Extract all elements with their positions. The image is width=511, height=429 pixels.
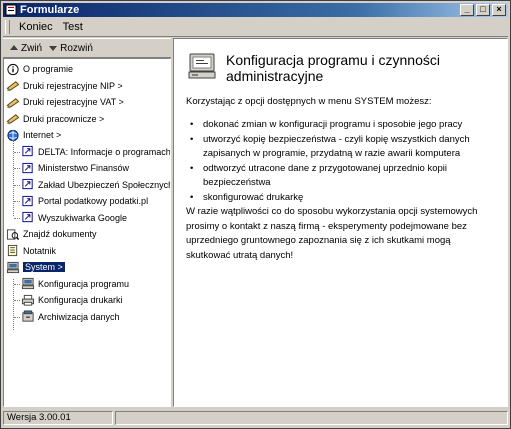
tree-line xyxy=(14,217,20,219)
bullet-item: dokonać zmian w konfiguracji programu i … xyxy=(190,118,490,133)
form-icon xyxy=(6,81,20,92)
globe-icon xyxy=(7,129,19,141)
status-version: Wersja 3.00.01 xyxy=(3,411,113,425)
tree-line xyxy=(14,300,20,301)
tree-line xyxy=(13,133,14,216)
menu-koniec[interactable]: Koniec xyxy=(14,21,58,33)
tree-item-label: Druki rejestracyjne VAT > xyxy=(23,97,124,107)
window-title: Formularze xyxy=(20,4,80,16)
tree-line xyxy=(14,151,20,153)
content-intro: Korzystając z opcji dostępnych w menu SY… xyxy=(186,96,432,107)
printer-icon xyxy=(21,294,35,306)
tree-line xyxy=(14,184,20,186)
computer-icon xyxy=(188,53,216,79)
tree-item-label: Druki pracownicze > xyxy=(23,113,105,124)
tree-item-label: Konfiguracja drukarki xyxy=(38,295,123,305)
content-bullets: dokonać zmian w konfiguracji programu i … xyxy=(190,118,490,205)
tree-item-label: O programie xyxy=(23,64,74,74)
tree-item-label: Notatnik xyxy=(23,245,57,256)
status-empty xyxy=(115,411,508,425)
bullet-item: skonfigurować drukarkę xyxy=(190,191,490,206)
collapse-label: Zwiń xyxy=(21,42,43,54)
maximize-button[interactable]: □ xyxy=(476,4,490,16)
nav-toolbar: Zwiń Rozwiń xyxy=(3,38,171,58)
content-pane: Konfiguracja programu i czynności admini… xyxy=(173,38,508,407)
tree-item[interactable]: DELTA: Informacje o programach xyxy=(21,144,171,160)
tree-item-label: Internet > xyxy=(23,130,62,140)
tree-line xyxy=(14,201,20,202)
tree-item-label: DELTA: Informacje o programach xyxy=(38,146,171,157)
title-bar[interactable]: Formularze _ □ × xyxy=(3,3,508,17)
main-window: Formularze _ □ × Koniec Test Zwiń Rozwiń xyxy=(0,0,511,429)
tree-item[interactable]: O programie xyxy=(6,61,73,77)
tree-item-label: Archiwizacja danych xyxy=(38,311,120,322)
tree-item[interactable]: Wyszukiwarka Google xyxy=(21,210,127,226)
menu-bar: Koniec Test xyxy=(3,18,508,37)
tree-line xyxy=(13,279,14,330)
tree-item-label: Znajdź dokumenty xyxy=(23,229,97,239)
tree-item[interactable]: Druki rejestracyjne NIP > xyxy=(6,78,123,94)
expand-button[interactable]: Rozwiń xyxy=(48,43,93,54)
tree-item[interactable]: Internet > xyxy=(6,127,61,143)
tree-item[interactable]: System > xyxy=(6,259,65,275)
tree-item-label: Wyszukiwarka Google xyxy=(38,212,127,223)
content-warning: W razie wątpliwości co do sposobu wykorz… xyxy=(186,206,478,261)
tree-item-label: System > xyxy=(23,262,65,272)
computer-icon xyxy=(6,261,20,273)
info-icon xyxy=(7,63,19,75)
tree-item[interactable]: Konfiguracja drukarki xyxy=(21,292,123,308)
archive-icon xyxy=(22,310,34,322)
collapse-button[interactable]: Zwiń xyxy=(9,43,42,54)
minimize-button[interactable]: _ xyxy=(460,4,474,16)
tree-item-label: Ministerstwo Finansów xyxy=(38,163,130,173)
navigation-tree[interactable]: O programie Druki rejestracyjne NIP > Druk… xyxy=(3,58,171,407)
tree-line xyxy=(14,168,20,169)
computer-icon xyxy=(21,277,35,290)
expand-icon xyxy=(49,46,58,51)
navigation-pane: Zwiń Rozwiń O programie Druki rejestracyj… xyxy=(3,38,171,407)
link-icon xyxy=(22,178,33,190)
menu-test[interactable]: Test xyxy=(58,21,88,33)
link-icon xyxy=(22,162,33,173)
form-icon xyxy=(6,97,20,108)
bullet-item: odtworzyć utracone dane z przygotowanej … xyxy=(190,162,490,191)
bullet-item: utworzyć kopię bezpieczeństwa - czyli ko… xyxy=(190,133,490,162)
content-title: Konfiguracja programu i czynności admini… xyxy=(226,52,440,84)
link-icon xyxy=(22,195,33,206)
link-icon xyxy=(22,145,33,157)
tree-item-label: Portal podatkowy podatki.pl xyxy=(38,196,149,206)
expand-label: Rozwiń xyxy=(60,42,93,54)
form-icon xyxy=(6,114,20,125)
tree-item-label: Konfiguracja programu xyxy=(38,278,130,289)
tree-line xyxy=(14,316,20,318)
notepad-icon xyxy=(7,244,18,257)
tree-item[interactable]: Notatnik xyxy=(6,243,56,259)
menu-grip xyxy=(5,20,10,34)
tree-item[interactable]: Zakład Ubezpieczeń Społecznych xyxy=(21,177,171,193)
tree-item[interactable]: Konfiguracja programu xyxy=(21,276,129,292)
tree-item[interactable]: Druki rejestracyjne VAT > xyxy=(6,94,124,110)
tree-item-label: Druki rejestracyjne NIP > xyxy=(23,80,123,91)
app-icon xyxy=(5,4,17,16)
tree-line xyxy=(14,283,20,285)
window-buttons: _ □ × xyxy=(458,4,506,16)
tree-item[interactable]: Portal podatkowy podatki.pl xyxy=(21,193,148,209)
collapse-icon xyxy=(10,45,18,50)
close-button[interactable]: × xyxy=(492,4,506,16)
tree-item[interactable]: Archiwizacja danych xyxy=(21,309,120,325)
tree-item-label: Zakład Ubezpieczeń Społecznych xyxy=(38,179,171,190)
find-icon xyxy=(6,228,20,240)
status-bar: Wersja 3.00.01 xyxy=(3,410,508,426)
tree-item[interactable]: Ministerstwo Finansów xyxy=(21,160,129,176)
link-icon xyxy=(22,211,33,223)
tree-item[interactable]: Znajdź dokumenty xyxy=(6,226,97,242)
tree-item[interactable]: Druki pracownicze > xyxy=(6,111,104,127)
